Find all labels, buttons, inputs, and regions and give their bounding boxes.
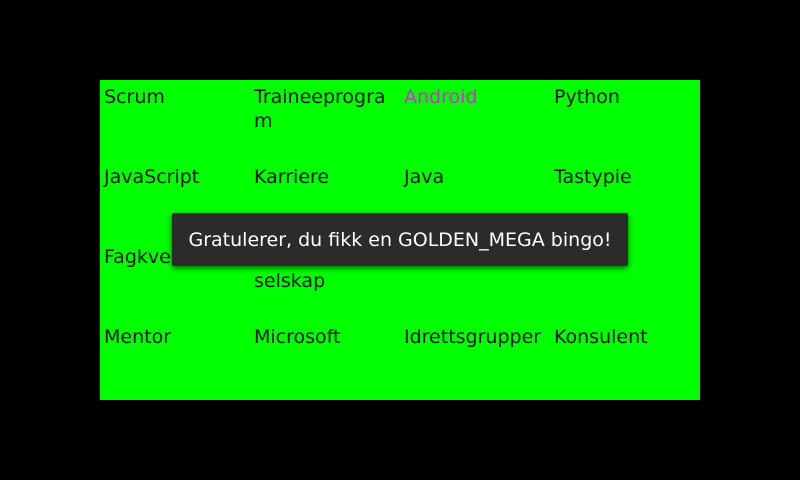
bingo-cell-mentor[interactable]: Mentor (100, 325, 246, 349)
bingo-cell-java[interactable]: Java (400, 165, 546, 189)
bingo-cell-konsulent[interactable]: Konsulent (550, 325, 696, 349)
bingo-cell-tastypie[interactable]: Tastypie (550, 165, 696, 189)
bingo-cell-idrettsgrupper[interactable]: Idrettsgrupper (400, 325, 546, 349)
toast-message: Gratulerer, du fikk en GOLDEN_MEGA bingo… (188, 228, 612, 251)
app-screen: Scrum Traineeprogram Android Python Java… (0, 0, 800, 480)
bingo-cell-android[interactable]: Android (400, 85, 546, 109)
bingo-cell-karriere[interactable]: Karriere (250, 165, 396, 189)
bingo-cell-traineeprogram[interactable]: Traineeprogram (250, 85, 396, 133)
bingo-cell-scrum[interactable]: Scrum (100, 85, 246, 109)
bingo-cell-microsoft[interactable]: Microsoft (250, 325, 396, 349)
bingo-cell-selskap[interactable]: selskap (250, 269, 396, 293)
bingo-cell-python[interactable]: Python (550, 85, 696, 109)
bingo-toast: Gratulerer, du fikk en GOLDEN_MEGA bingo… (172, 213, 628, 266)
bingo-cell-javascript[interactable]: JavaScript (100, 165, 246, 189)
